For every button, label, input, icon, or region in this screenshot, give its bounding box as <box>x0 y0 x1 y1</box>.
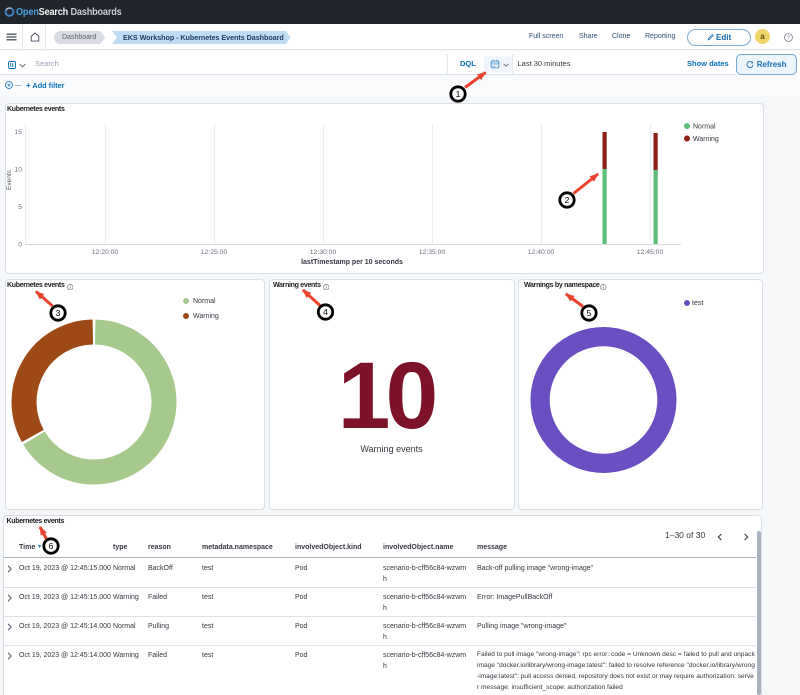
svg-text:5: 5 <box>587 308 592 318</box>
svg-text:6: 6 <box>49 541 54 551</box>
svg-text:3: 3 <box>56 308 61 318</box>
svg-text:4: 4 <box>323 307 328 317</box>
svg-text:2: 2 <box>565 195 570 205</box>
svg-text:1: 1 <box>456 89 461 99</box>
